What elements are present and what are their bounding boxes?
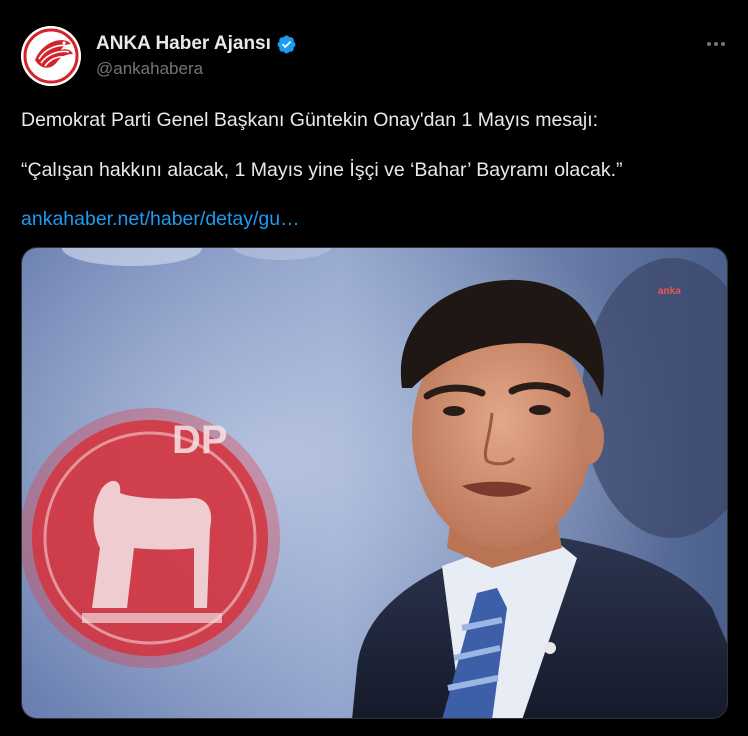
author-name-row: ANKA Haber Ajansı xyxy=(96,33,297,55)
author-display-name[interactable]: ANKA Haber Ajansı xyxy=(96,33,271,55)
anka-logo-icon xyxy=(21,26,81,86)
tweet-text-line-1: Demokrat Parti Genel Başkanı Güntekin On… xyxy=(21,109,599,131)
more-horizontal-icon xyxy=(707,42,725,46)
author-handle[interactable]: @ankahabera xyxy=(96,59,203,79)
media-watermark: anka xyxy=(658,286,681,297)
media-photo: DP anka xyxy=(22,248,727,718)
tweet-card: ANKA Haber Ajansı @ankahabera Demokrat P… xyxy=(0,0,748,736)
tweet-text-line-2: “Çalışan hakkını alacak, 1 Mayıs yine İş… xyxy=(21,159,623,181)
tweet-link[interactable]: ankahaber.net/haber/detay/gu… xyxy=(21,207,300,231)
media-logo-text: DP xyxy=(172,418,228,462)
tweet-media-image[interactable]: DP anka xyxy=(21,247,728,719)
more-button[interactable] xyxy=(702,30,730,58)
verified-badge-icon[interactable] xyxy=(276,34,297,55)
avatar[interactable] xyxy=(21,26,81,86)
